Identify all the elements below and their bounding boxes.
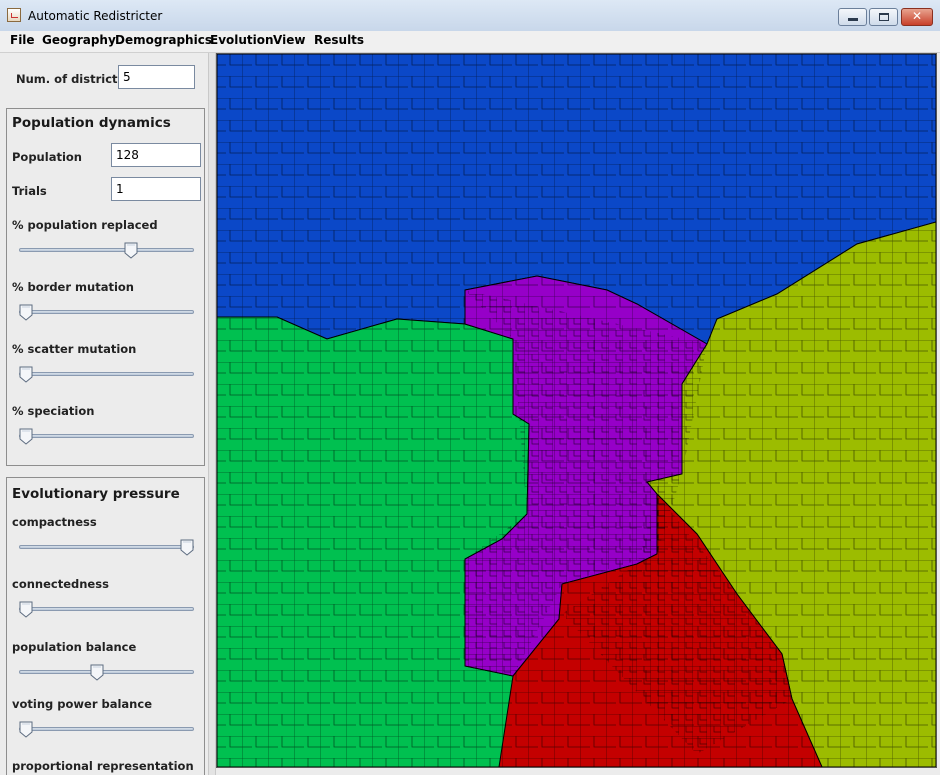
border-mutation-slider[interactable]	[19, 303, 194, 323]
trials-field[interactable]: 1	[111, 177, 201, 201]
pop-replaced-slider[interactable]	[19, 241, 194, 261]
menu-file[interactable]: File	[10, 33, 35, 47]
slider-thumb[interactable]	[124, 242, 138, 259]
population-label: Population	[12, 150, 82, 164]
close-button[interactable]: ✕	[901, 8, 933, 26]
speciation-slider[interactable]	[19, 427, 194, 447]
slider-track	[19, 670, 194, 674]
proportional-representation-label: proportional representation	[12, 759, 194, 773]
slider-track	[19, 310, 194, 314]
slider-thumb[interactable]	[19, 428, 33, 445]
maximize-button[interactable]	[869, 8, 898, 26]
scatter-mutation-label: % scatter mutation	[12, 342, 137, 356]
slider-track	[19, 607, 194, 611]
slider-track	[19, 248, 194, 252]
voting-power-label: voting power balance	[12, 697, 152, 711]
population-balance-slider[interactable]	[19, 663, 194, 683]
title-bar[interactable]: Automatic Redistricter ✕	[0, 0, 940, 32]
slider-thumb[interactable]	[19, 304, 33, 321]
slider-thumb[interactable]	[19, 721, 33, 738]
menu-demographics[interactable]: Demographics	[115, 33, 212, 47]
num-districts-label: Num. of districts	[16, 72, 125, 86]
slider-thumb[interactable]	[180, 539, 194, 556]
population-balance-label: population balance	[12, 640, 137, 654]
compactness-slider[interactable]	[19, 538, 194, 558]
speciation-label: % speciation	[12, 404, 95, 418]
connectedness-slider[interactable]	[19, 600, 194, 620]
trials-label: Trials	[12, 184, 47, 198]
menu-view[interactable]: View	[273, 33, 305, 47]
panel-splitter[interactable]	[208, 53, 216, 775]
population-dynamics-title: Population dynamics	[12, 115, 171, 131]
slider-track	[19, 372, 194, 376]
slider-track	[19, 545, 194, 549]
slider-track	[19, 434, 194, 438]
pop-replaced-label: % population replaced	[12, 218, 158, 232]
scatter-mutation-slider[interactable]	[19, 365, 194, 385]
settings-panel: Num. of districts 5 Population dynamics …	[0, 53, 212, 775]
app-window: Automatic Redistricter ✕ File Geography …	[0, 0, 940, 775]
close-icon: ✕	[912, 9, 923, 23]
population-field[interactable]: 128	[111, 143, 201, 167]
minimize-icon	[848, 18, 858, 21]
district-map[interactable]	[216, 53, 937, 768]
compactness-label: compactness	[12, 515, 97, 529]
border-mutation-label: % border mutation	[12, 280, 134, 294]
connectedness-label: connectedness	[12, 577, 109, 591]
minimize-button[interactable]	[838, 8, 867, 26]
menu-geography[interactable]: Geography	[42, 33, 116, 47]
maximize-icon	[879, 13, 889, 21]
menu-bar: File Geography Demographics Evolution Vi…	[0, 31, 940, 53]
slider-thumb[interactable]	[90, 664, 104, 681]
slider-thumb[interactable]	[19, 366, 33, 383]
java-app-icon	[7, 8, 21, 22]
num-districts-field[interactable]: 5	[118, 65, 195, 89]
menu-results[interactable]: Results	[314, 33, 364, 47]
evolutionary-pressure-title: Evolutionary pressure	[12, 486, 180, 502]
menu-evolution[interactable]: Evolution	[210, 33, 274, 47]
window-title: Automatic Redistricter	[28, 9, 163, 23]
slider-track	[19, 727, 194, 731]
slider-thumb[interactable]	[19, 601, 33, 618]
voting-power-slider[interactable]	[19, 720, 194, 740]
